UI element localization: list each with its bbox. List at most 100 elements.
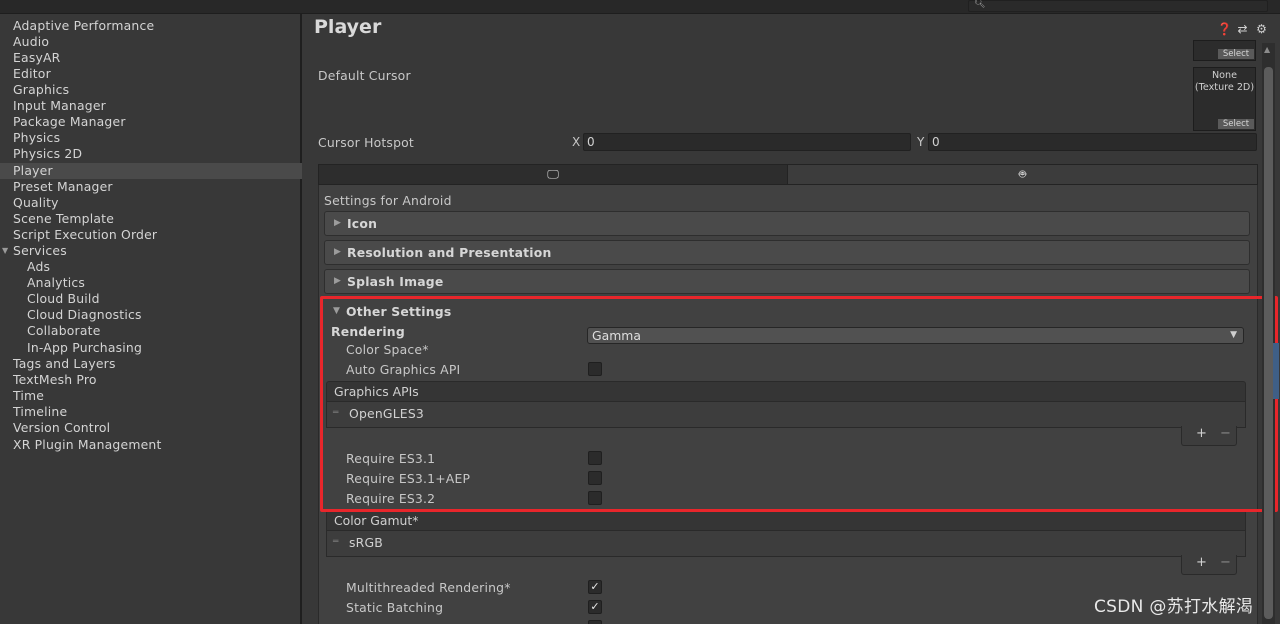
sidebar-item-quality[interactable]: Quality — [0, 195, 302, 211]
expand-arrow-icon[interactable]: ▼ — [2, 243, 8, 259]
add-icon[interactable]: + — [1196, 426, 1207, 441]
auto-graphics-api-label: Auto Graphics API — [346, 362, 461, 377]
sidebar-item-analytics[interactable]: Analytics — [0, 275, 302, 291]
watermark: CSDN @苏打水解渴 — [1094, 597, 1254, 617]
list-item[interactable]: sRGB — [349, 535, 383, 550]
icon-texture-slot[interactable]: Select — [1193, 40, 1256, 61]
color-gamut-list-footer: + − — [1181, 555, 1237, 575]
sidebar-item-time[interactable]: Time — [0, 388, 302, 404]
hotspot-x-field[interactable]: 0 — [583, 133, 911, 151]
sidebar-item-package-manager[interactable]: Package Manager — [0, 114, 302, 130]
color-space-value: Gamma — [592, 328, 641, 343]
sidebar-item-editor[interactable]: Editor — [0, 66, 302, 82]
drag-handle-icon[interactable]: ═ — [333, 537, 338, 547]
section-title: Splash Image — [347, 274, 444, 289]
sidebar-item-input-manager[interactable]: Input Manager — [0, 98, 302, 114]
sidebar-item-in-app-purchasing[interactable]: In-App Purchasing — [0, 340, 302, 356]
scrollbar-thumb[interactable] — [1264, 67, 1273, 619]
search-icon: 🔍︎ — [974, 0, 986, 9]
auto-graphics-api-checkbox[interactable] — [588, 362, 602, 376]
sidebar-item-xr-plugin-management[interactable]: XR Plugin Management — [0, 437, 302, 453]
scroll-up-arrow-icon[interactable]: ▲ — [1264, 45, 1270, 54]
sidebar-item-label: Services — [13, 243, 67, 258]
static-batching-label: Static Batching — [346, 600, 444, 615]
default-cursor-label: Default Cursor — [318, 68, 411, 83]
sidebar-item-preset-manager[interactable]: Preset Manager — [0, 179, 302, 195]
texture-select-button[interactable]: Select — [1218, 119, 1254, 129]
color-space-label: Color Space* — [346, 342, 429, 357]
require-es31-aep-label: Require ES3.1+AEP — [346, 471, 471, 486]
sidebar-item-physics[interactable]: Physics — [0, 130, 302, 146]
section-splash-image[interactable]: ▶ Splash Image — [324, 269, 1250, 294]
sidebar-item-services[interactable]: ▼ Services — [0, 243, 302, 259]
sidebar-item-cloud-diagnostics[interactable]: Cloud Diagnostics — [0, 307, 302, 323]
chevron-down-icon: ▼ — [1230, 330, 1237, 340]
sidebar-item-textmesh-pro[interactable]: TextMesh Pro — [0, 372, 302, 388]
hotspot-y-label: Y — [917, 135, 925, 149]
sidebar-item-cloud-build[interactable]: Cloud Build — [0, 291, 302, 307]
require-es32-label: Require ES3.2 — [346, 491, 436, 506]
require-es32-checkbox[interactable] — [588, 491, 602, 505]
default-cursor-texture-field[interactable]: None (Texture 2D) Select — [1193, 67, 1256, 131]
settings-for-label: Settings for Android — [324, 193, 452, 208]
dynamic-batching-checkbox[interactable] — [588, 620, 602, 624]
sidebar-item-version-control[interactable]: Version Control — [0, 420, 302, 436]
sidebar-item-collaborate[interactable]: Collaborate — [0, 323, 302, 339]
remove-icon[interactable]: − — [1220, 555, 1231, 570]
settings-gear-icon[interactable]: ⚙ — [1255, 22, 1268, 36]
graphics-apis-list-footer: + − — [1181, 426, 1237, 446]
remove-icon[interactable]: − — [1220, 426, 1231, 441]
require-es31-label: Require ES3.1 — [346, 451, 436, 466]
list-item[interactable]: OpenGLES3 — [349, 406, 424, 421]
hotspot-x-label: X — [572, 135, 581, 149]
section-resolution-presentation[interactable]: ▶ Resolution and Presentation — [324, 240, 1250, 265]
graphics-apis-list: ═ OpenGLES3 — [326, 402, 1246, 428]
tab-standalone[interactable]: 🖵 — [318, 164, 788, 185]
multithreaded-rendering-checkbox[interactable]: ✓ — [588, 580, 602, 594]
vertical-scrollbar[interactable]: ▲ — [1262, 43, 1275, 624]
section-title: Icon — [347, 216, 378, 231]
android-icon: 🤖︎ — [1018, 167, 1027, 181]
graphics-apis-list-header: Graphics APIs — [326, 381, 1246, 402]
preset-icon[interactable]: ⇄ — [1236, 22, 1249, 36]
rendering-heading: Rendering — [331, 324, 405, 339]
require-es31-checkbox[interactable] — [588, 451, 602, 465]
project-settings-sidebar: Adaptive Performance Audio EasyAR Editor… — [0, 14, 302, 624]
static-batching-checkbox[interactable]: ✓ — [588, 600, 602, 614]
multithreaded-rendering-label: Multithreaded Rendering* — [346, 580, 511, 595]
texture-select-button[interactable]: Select — [1218, 49, 1254, 59]
color-gamut-list-header: Color Gamut* — [326, 510, 1246, 531]
player-settings-panel: Player ❓ ⇄ ⚙ Select Default Cursor None … — [304, 14, 1280, 624]
require-es31-aep-checkbox[interactable] — [588, 471, 602, 485]
add-icon[interactable]: + — [1196, 555, 1207, 570]
search-field[interactable]: 🔍︎ — [968, 0, 1268, 12]
page-title: Player — [314, 16, 382, 38]
section-icon[interactable]: ▶ Icon — [324, 211, 1250, 236]
sidebar-item-audio[interactable]: Audio — [0, 34, 302, 50]
section-title: Resolution and Presentation — [347, 245, 552, 260]
window-edge-marker — [1273, 343, 1279, 399]
sidebar-item-scene-template[interactable]: Scene Template — [0, 211, 302, 227]
sidebar-item-easyar[interactable]: EasyAR — [0, 50, 302, 66]
hotspot-y-field[interactable]: 0 — [928, 133, 1257, 151]
color-gamut-list: ═ sRGB — [326, 531, 1246, 557]
sidebar-item-ads[interactable]: Ads — [0, 259, 302, 275]
texture-value: None (Texture 2D) — [1194, 70, 1255, 93]
collapsed-arrow-icon: ▶ — [334, 276, 341, 286]
sidebar-item-physics-2d[interactable]: Physics 2D — [0, 146, 302, 162]
sidebar-item-tags-and-layers[interactable]: Tags and Layers — [0, 356, 302, 372]
cursor-hotspot-label: Cursor Hotspot — [318, 135, 414, 150]
sidebar-item-script-execution-order[interactable]: Script Execution Order — [0, 227, 302, 243]
platform-tabs: 🖵 🤖︎ — [318, 164, 1258, 185]
expanded-arrow-icon[interactable]: ▼ — [333, 306, 340, 316]
sidebar-item-graphics[interactable]: Graphics — [0, 82, 302, 98]
drag-handle-icon[interactable]: ═ — [333, 408, 338, 418]
desktop-monitor-icon: 🖵 — [547, 167, 559, 181]
color-space-dropdown[interactable]: Gamma ▼ — [587, 327, 1244, 344]
sidebar-item-adaptive-performance[interactable]: Adaptive Performance — [0, 18, 302, 34]
sidebar-item-player[interactable]: Player — [0, 163, 302, 179]
tab-android[interactable]: 🤖︎ — [787, 164, 1258, 185]
section-other-settings[interactable]: Other Settings — [346, 304, 451, 319]
help-icon[interactable]: ❓ — [1217, 22, 1232, 36]
sidebar-item-timeline[interactable]: Timeline — [0, 404, 302, 420]
